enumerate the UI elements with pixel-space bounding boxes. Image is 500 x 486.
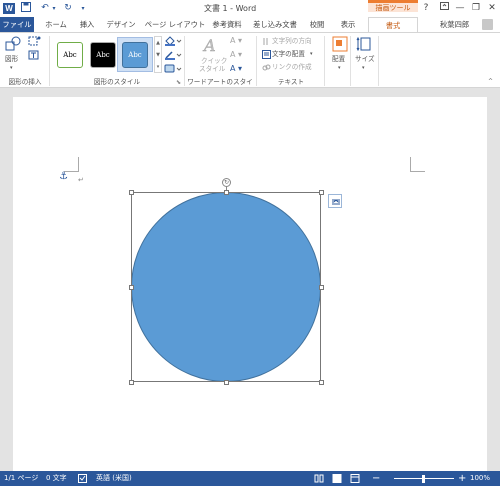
margin-mark-right	[410, 157, 425, 172]
shapes-dropdown-icon[interactable]: ▾	[10, 64, 13, 73]
shape-styles-launcher-icon[interactable]: ⬊	[176, 79, 181, 86]
language[interactable]: 英語 (米国)	[96, 471, 132, 486]
tab-view[interactable]: 表示	[336, 17, 360, 32]
user-name[interactable]: 秋葉四郎	[440, 17, 469, 32]
svg-text:A: A	[202, 36, 216, 54]
user-avatar[interactable]	[482, 19, 493, 30]
text-group-label: テキスト	[277, 78, 305, 86]
separator	[350, 36, 351, 86]
tab-references[interactable]: 参考資料	[210, 17, 244, 32]
resize-handle-ne[interactable]	[319, 190, 324, 195]
margin-mark-left	[64, 157, 79, 172]
shape-style-blue[interactable]: Abc	[122, 42, 148, 68]
anchor-icon: ⚓	[59, 171, 68, 182]
layout-options-icon[interactable]	[328, 194, 342, 208]
tab-page-layout[interactable]: ページ レイアウト	[144, 17, 206, 32]
insert-shapes-group-label: 図形の挿入	[8, 78, 42, 86]
restore-button[interactable]: ❐	[468, 1, 484, 15]
position-button[interactable]: 配置	[332, 55, 345, 64]
tab-format[interactable]: 書式	[368, 17, 418, 33]
word-count[interactable]: 0 文字	[46, 471, 67, 486]
text-effects-icon[interactable]: A ▾	[230, 64, 242, 73]
zoom-slider-thumb[interactable]	[422, 475, 425, 483]
text-direction-icon[interactable]	[262, 37, 271, 48]
selection-box	[131, 192, 321, 382]
document-title: 文書 1 - Word	[204, 4, 257, 13]
position-dropdown-icon[interactable]: ▾	[338, 64, 341, 73]
gallery-up-icon[interactable]: ▲	[155, 37, 161, 49]
web-layout-icon[interactable]	[350, 471, 360, 486]
collapse-ribbon-icon[interactable]: ^	[488, 77, 493, 86]
separator	[256, 36, 257, 86]
ribbon: 図形 ▾ 図形の挿入 Abc Abc Abc ▲ ▼ ▾ 図形のスタイル ⬊ A…	[0, 32, 500, 96]
print-layout-icon[interactable]	[332, 471, 342, 486]
position-icon[interactable]	[332, 36, 348, 54]
word-app-icon[interactable]: W	[3, 3, 15, 14]
undo-dropdown-icon[interactable]: ▾	[50, 2, 58, 15]
separator	[378, 36, 379, 86]
text-box-icon[interactable]	[28, 50, 42, 62]
create-link-icon[interactable]	[262, 63, 271, 74]
tab-file[interactable]: ファイル	[0, 17, 34, 32]
shape-style-outline[interactable]: Abc	[57, 42, 83, 68]
resize-handle-n[interactable]	[224, 190, 229, 195]
tab-design[interactable]: デザイン	[104, 17, 138, 32]
page-count[interactable]: 1/1 ページ	[4, 471, 38, 486]
zoom-in-button[interactable]: +	[458, 471, 466, 486]
align-text-button[interactable]: 文字の配置	[272, 50, 305, 59]
resize-handle-se[interactable]	[319, 380, 324, 385]
customize-qat-icon[interactable]: ▾	[78, 2, 88, 15]
drawing-tools-header: 描画ツール	[368, 0, 418, 12]
resize-handle-w[interactable]	[129, 285, 134, 290]
status-bar: 1/1 ページ 0 文字 英語 (米国) − + 100%	[0, 471, 500, 486]
text-direction-button[interactable]: 文字列の方向	[272, 37, 312, 46]
quick-styles-icon[interactable]: A	[202, 36, 222, 56]
ribbon-display-options-icon[interactable]	[436, 1, 452, 15]
separator	[324, 36, 325, 86]
size-button[interactable]: サイズ	[355, 55, 375, 64]
tab-mailings[interactable]: 差し込み文書	[250, 17, 300, 32]
quick-styles-label-2[interactable]: スタイル	[199, 65, 225, 74]
shapes-icon[interactable]	[5, 36, 21, 54]
read-mode-icon[interactable]	[314, 471, 324, 486]
tab-home[interactable]: ホーム	[40, 17, 72, 32]
resize-handle-sw[interactable]	[129, 380, 134, 385]
size-dropdown-icon[interactable]: ▾	[362, 64, 365, 73]
tab-review[interactable]: 校閲	[306, 17, 328, 32]
tab-insert[interactable]: 挿入	[76, 17, 98, 32]
shape-style-black[interactable]: Abc	[90, 42, 116, 68]
title-bar: W ↶ ▾ ↻ ▾ 文書 1 - Word 描画ツール ? — ❐ ✕	[0, 0, 500, 17]
minimize-button[interactable]: —	[452, 1, 468, 15]
ribbon-tabs: ファイル ホーム 挿入 デザイン ページ レイアウト 参考資料 差し込み文書 校…	[0, 17, 500, 33]
separator	[184, 36, 185, 86]
proofing-icon[interactable]	[78, 471, 87, 486]
style-gallery-scroll[interactable]: ▲ ▼ ▾	[154, 36, 162, 73]
text-outline-icon[interactable]: A ▾	[230, 50, 242, 59]
save-icon[interactable]	[20, 2, 32, 15]
shapes-button[interactable]: 図形	[5, 55, 18, 64]
align-text-icon[interactable]	[262, 50, 271, 61]
shape-outline-icon[interactable]	[164, 50, 182, 62]
gallery-more-icon[interactable]: ▾	[155, 61, 161, 73]
resize-handle-nw[interactable]	[129, 190, 134, 195]
gallery-down-icon[interactable]: ▼	[155, 49, 161, 61]
separator	[49, 36, 50, 86]
help-button[interactable]: ?	[418, 1, 434, 15]
text-fill-icon[interactable]: A ▾	[230, 36, 242, 45]
zoom-out-button[interactable]: −	[372, 471, 380, 486]
create-link-button[interactable]: リンクの作成	[272, 63, 312, 72]
zoom-level[interactable]: 100%	[470, 471, 490, 486]
shape-styles-group-label: 図形のスタイル	[93, 78, 141, 86]
shape-fill-icon[interactable]	[164, 36, 182, 48]
repeat-icon[interactable]: ↻	[62, 2, 74, 15]
resize-handle-e[interactable]	[319, 285, 324, 290]
paragraph-mark-icon: ↵	[78, 176, 84, 184]
resize-handle-s[interactable]	[224, 380, 229, 385]
align-text-dropdown-icon[interactable]: ▾	[310, 50, 313, 59]
close-button[interactable]: ✕	[484, 1, 500, 15]
rotate-handle-icon[interactable]: ↻	[222, 178, 231, 187]
edit-shape-icon[interactable]	[28, 36, 42, 48]
size-icon[interactable]	[356, 36, 372, 54]
shape-effects-icon[interactable]	[164, 64, 182, 76]
